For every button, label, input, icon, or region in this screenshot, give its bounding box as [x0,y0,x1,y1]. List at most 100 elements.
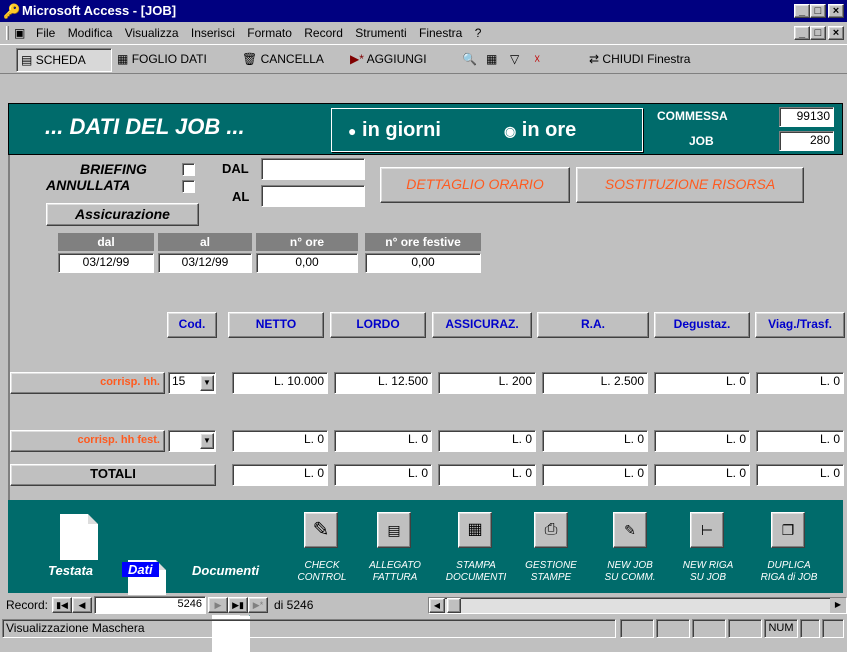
menu-strumenti[interactable]: Strumenti [355,26,406,40]
record-label: Record: [6,598,49,612]
row2-assicuraz[interactable]: L. 0 [438,430,536,452]
tot-viag-trasf: L. 0 [756,464,844,486]
corrisp-hh-fest-button[interactable]: corrisp. hh fest. [10,430,165,452]
scroll-thumb[interactable] [447,598,461,613]
documenti-label: Documenti [192,563,260,578]
check-control-label: CHECK CONTROL [297,560,347,583]
menu-record[interactable]: Record [304,26,343,40]
row2-netto[interactable]: L. 0 [232,430,328,452]
prev-record-button[interactable]: ◀ [72,597,92,613]
row1-ra[interactable]: L. 2.500 [542,372,648,394]
printer-icon[interactable]: ⎙ [534,512,568,548]
status-pane [620,619,654,638]
scroll-right-arrow-icon[interactable]: ▶ [830,598,846,613]
row2-viag-trasf[interactable]: L. 0 [756,430,844,452]
menu-formato[interactable]: Formato [247,26,292,40]
foglio-dati-button[interactable]: ▦ FOGLIO DATI [113,48,233,72]
dettaglio-orario-button[interactable]: DETTAGLIO ORARIO [380,167,570,203]
next-record-button[interactable]: ▶ [208,597,228,613]
maximize-button[interactable]: □ [810,4,826,18]
briefing-checkbox[interactable] [182,163,195,176]
dal-field[interactable] [261,158,365,180]
allegato-fattura-icon[interactable]: ▤ [377,512,411,548]
option-giorni[interactable]: ● in giorni [348,119,441,142]
doc-close-button[interactable]: × [828,26,844,40]
commessa-label: COMMESSA [657,109,728,123]
last-record-button[interactable]: ▶▮ [228,597,248,613]
period-ore-festive-field[interactable]: 0,00 [365,253,481,273]
menu-inserisci[interactable]: Inserisci [191,26,235,40]
menu-finestra[interactable]: Finestra [419,26,462,40]
filter-icon[interactable]: ▽ [506,48,528,72]
allegato-fattura-label: ALLEGATO FATTURA [369,560,421,583]
doc-minimize-button[interactable]: _ [794,26,810,40]
grid-icon: ▦ [117,52,129,66]
new-riga-icon[interactable]: ⊢ [690,512,724,548]
period-al-field[interactable]: 03/12/99 [158,253,252,273]
row1-viag-trasf[interactable]: L. 0 [756,372,844,394]
menu-help[interactable]: ? [475,26,482,40]
row2-ra[interactable]: L. 0 [542,430,648,452]
row1-assicuraz[interactable]: L. 200 [438,372,536,394]
new-record-button[interactable]: ▶* [248,597,268,613]
col-header-assicuraz: ASSICURAZ. [432,312,532,338]
new-job-icon[interactable]: ✎ [613,512,647,548]
gestione-stampe-label: GESTIONE STAMPE [525,560,577,583]
sostituzione-risorsa-button[interactable]: SOSTITUZIONE RISORSA [576,167,804,203]
duplica-icon[interactable]: ❐ [771,512,805,548]
status-pane [822,619,844,638]
first-record-button[interactable]: ▮◀ [52,597,72,613]
dropdown-arrow-icon[interactable]: ▼ [200,433,214,449]
status-pane [800,619,820,638]
scroll-left-arrow-icon[interactable]: ◀ [429,598,445,613]
row2-lordo[interactable]: L. 0 [334,430,432,452]
testata-tab[interactable] [60,514,98,560]
chiudi-finestra-button[interactable]: ⇄ CHIUDI Finestra [585,48,727,72]
testata-label: Testata [48,563,94,578]
menu-visualizza[interactable]: Visualizza [125,26,179,40]
minimize-button[interactable]: _ [794,4,810,18]
assicurazione-button[interactable]: Assicurazione [46,203,199,226]
aggiungi-button[interactable]: ▶* AGGIUNGI [346,48,454,72]
annullata-checkbox[interactable] [182,180,195,193]
menu-bar: ▣ File Modifica Visualizza Inserisci For… [0,22,847,44]
doc-menu-icon[interactable]: ▣ [14,22,25,44]
num-lock-indicator: NUM [764,619,798,638]
check-control-icon[interactable]: ✎ [304,512,338,548]
option-ore[interactable]: ◉ in ore [504,119,576,142]
job-field[interactable]: 280 [779,131,834,151]
tot-lordo: L. 0 [334,464,432,486]
cancella-button[interactable]: 🗑 CANCELLA [238,48,338,72]
record-number-field[interactable]: 5246 [94,596,206,614]
close-door-icon: ⇄ [589,52,600,66]
window-title: Microsoft Access - [JOB] [22,3,177,18]
commessa-field[interactable]: 99130 [779,107,834,127]
row1-degustaz[interactable]: L. 0 [654,372,750,394]
doc-maximize-button[interactable]: □ [810,26,826,40]
row1-netto[interactable]: L. 10.000 [232,372,328,394]
scheda-button[interactable]: ▤ SCHEDA [16,48,112,72]
find-icon[interactable]: 🔍 [458,48,480,72]
row2-degustaz[interactable]: L. 0 [654,430,750,452]
filter-form-icon[interactable]: ▦ [482,48,504,72]
period-dal-field[interactable]: 03/12/99 [58,253,154,273]
dropdown-arrow-icon[interactable]: ▼ [200,375,214,391]
close-button[interactable]: × [828,4,844,18]
remove-filter-icon[interactable]: ☓ [530,48,552,72]
horizontal-scrollbar[interactable]: ◀ ▶ [428,597,847,614]
radio-unselected-icon: ● [348,123,357,139]
dati-label: Dati [122,562,159,577]
radio-selected-icon: ◉ [504,123,517,139]
al-field[interactable] [261,185,365,207]
period-ore-field[interactable]: 0,00 [256,253,358,273]
new-riga-label: NEW RIGA SU JOB [682,560,734,583]
calendar-icon[interactable]: ▦ [458,512,492,548]
col-header-viag-trasf: Viag./Trasf. [755,312,845,338]
menu-modifica[interactable]: Modifica [68,26,113,40]
tot-netto: L. 0 [232,464,328,486]
corrisp-hh-button[interactable]: corrisp. hh. [10,372,165,394]
trash-icon: 🗑 [242,52,258,66]
row1-lordo[interactable]: L. 12.500 [334,372,432,394]
menu-file[interactable]: File [36,26,55,40]
al-label: AL [232,189,250,204]
